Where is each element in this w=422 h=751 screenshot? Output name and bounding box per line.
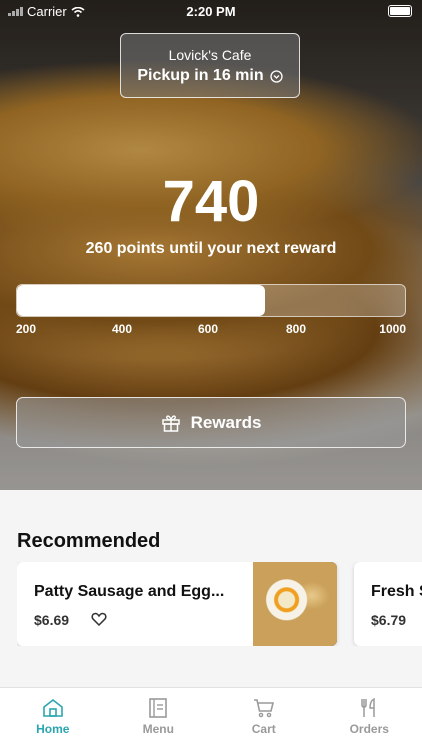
rewards-button-label: Rewards bbox=[191, 413, 262, 433]
tab-cart[interactable]: Cart bbox=[211, 688, 317, 751]
gift-icon bbox=[161, 413, 181, 433]
item-name: Fresh S bbox=[371, 583, 422, 601]
tab-label: Home bbox=[36, 722, 69, 736]
battery-icon bbox=[388, 5, 412, 17]
menu-icon bbox=[148, 698, 168, 718]
recommended-card[interactable]: Patty Sausage and Egg... $6.69 bbox=[17, 562, 337, 646]
item-price: $6.69 bbox=[34, 612, 69, 628]
tick-label: 600 bbox=[198, 322, 218, 336]
points-subtitle: 260 points until your next reward bbox=[0, 240, 422, 258]
pickup-time-row: Pickup in 16 min bbox=[121, 67, 299, 85]
tab-label: Orders bbox=[350, 722, 389, 736]
home-icon bbox=[42, 698, 64, 718]
item-image bbox=[253, 562, 337, 646]
store-name: Lovick's Cafe bbox=[121, 47, 299, 63]
tick-label: 200 bbox=[16, 322, 36, 336]
points-value: 740 bbox=[0, 168, 422, 235]
tab-bar: Home Menu Cart Orders bbox=[0, 687, 422, 751]
tab-orders[interactable]: Orders bbox=[317, 688, 422, 751]
tab-home[interactable]: Home bbox=[0, 688, 106, 751]
rewards-button[interactable]: Rewards bbox=[16, 397, 406, 448]
reward-progress-fill bbox=[17, 285, 265, 316]
status-bar: Carrier 2:20 PM bbox=[0, 0, 422, 22]
recommended-title: Recommended bbox=[17, 530, 160, 553]
tick-label: 1000 bbox=[379, 322, 406, 336]
tab-label: Menu bbox=[143, 722, 174, 736]
item-name: Patty Sausage and Egg... bbox=[34, 583, 224, 601]
heart-icon[interactable] bbox=[91, 611, 107, 627]
tab-label: Cart bbox=[252, 722, 276, 736]
chevron-down-icon bbox=[270, 70, 283, 83]
progress-ticks: 200 400 600 800 1000 bbox=[16, 322, 406, 338]
tab-menu[interactable]: Menu bbox=[106, 688, 212, 751]
pickup-time: Pickup in 16 min bbox=[137, 67, 263, 85]
item-price: $6.79 bbox=[371, 612, 406, 628]
fork-knife-icon bbox=[359, 698, 379, 718]
tick-label: 800 bbox=[286, 322, 306, 336]
reward-progress-bar bbox=[16, 284, 406, 317]
recommended-carousel[interactable]: Patty Sausage and Egg... $6.69 Fresh S $… bbox=[17, 562, 422, 646]
cart-icon bbox=[253, 698, 275, 718]
pickup-selector[interactable]: Lovick's Cafe Pickup in 16 min bbox=[120, 33, 300, 98]
recommended-card[interactable]: Fresh S $6.79 bbox=[354, 562, 422, 646]
status-time: 2:20 PM bbox=[0, 4, 422, 19]
tick-label: 400 bbox=[112, 322, 132, 336]
